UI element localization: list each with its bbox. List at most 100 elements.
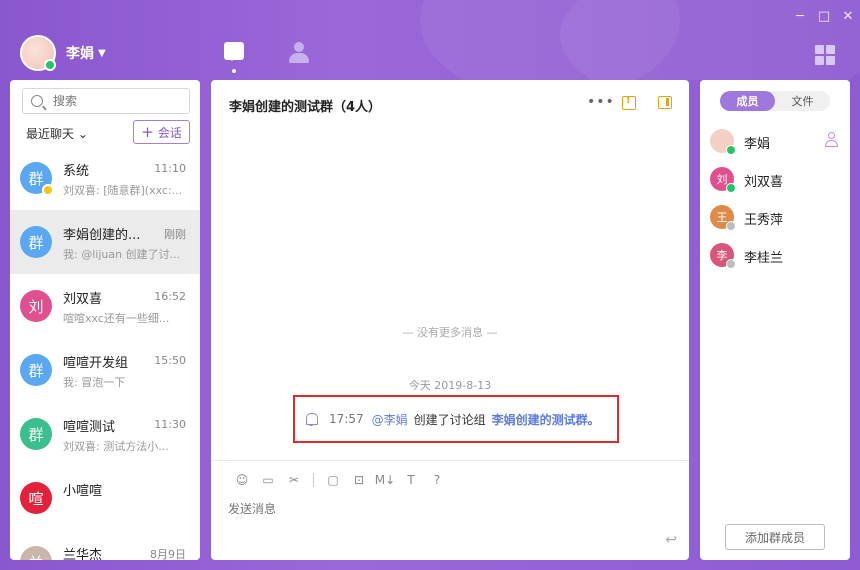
member-item[interactable]: 李李桂兰	[700, 238, 850, 276]
conversation-name: 喧喧开发组	[63, 356, 129, 371]
message-editor: ☺ ▭ ✂ ▢ ⊡ M↓ T ? ↩	[211, 460, 689, 560]
editor-toolbar: ☺ ▭ ✂ ▢ ⊡ M↓ T ?	[229, 471, 450, 489]
add-member-button[interactable]: 添加群成员	[725, 524, 825, 550]
conversation-name: 刘双喜	[63, 292, 103, 307]
sidebar-toggle-icon[interactable]	[658, 96, 672, 109]
conversation-preview: 刘双喜: 测试方法小...	[63, 440, 169, 453]
new-chat-label: 会话	[157, 125, 182, 140]
members-panel: 成员 文件 李娟刘刘双喜王王秀萍李李桂兰 添加群成员	[700, 80, 850, 560]
avatar: 群	[20, 354, 52, 386]
member-item[interactable]: 刘刘双喜	[700, 162, 850, 200]
title-bar: ─ □ ✕ 李娟 ▼	[0, 0, 860, 80]
conversation-time: 8月9日	[150, 548, 186, 560]
avatar[interactable]	[20, 35, 56, 71]
window-controls: ─ □ ✕	[788, 8, 860, 26]
list-item[interactable]: 刘刘双喜 16:52 喧喧xxc还有一些细...	[10, 274, 200, 338]
markdown-icon[interactable]: M↓	[372, 471, 398, 489]
conversation-preview: 我: @lijuan 创建了讨...	[63, 248, 181, 261]
member-list: 李娟刘刘双喜王王秀萍李李桂兰	[700, 124, 850, 276]
avatar: 刘	[20, 290, 52, 322]
tab-chats[interactable]	[224, 42, 248, 66]
avatar: 群	[20, 226, 52, 258]
notice-group-link[interactable]: 李娟创建的测试群。	[492, 411, 600, 428]
help-icon[interactable]: ?	[424, 471, 450, 489]
minimize-button[interactable]: ─	[788, 8, 812, 26]
more-icon[interactable]: •••	[587, 94, 615, 110]
member-name: 李桂兰	[744, 251, 784, 266]
conversation-name: 兰华杰	[63, 548, 103, 560]
owner-icon	[824, 132, 840, 148]
notice-icon[interactable]	[622, 95, 636, 110]
list-item[interactable]: 群喧喧开发组 15:50 我: 冒泡一下	[10, 338, 200, 402]
person-icon	[288, 42, 310, 64]
header-background	[0, 0, 860, 80]
user-name[interactable]: 李娟	[66, 43, 94, 63]
no-more-messages: — 没有更多消息 —	[402, 326, 498, 339]
list-item[interactable]: 群李娟创建的... 刚刚 我: @lijuan 创建了讨...	[10, 210, 200, 274]
conversation-time: 11:30	[154, 418, 186, 431]
member-name: 刘双喜	[744, 175, 784, 190]
emoji-icon[interactable]: ☺	[229, 471, 255, 489]
sort-label: 最近聊天	[26, 127, 75, 141]
tab-members[interactable]: 成员	[720, 91, 775, 111]
user-profile[interactable]: 李娟 ▼	[20, 35, 106, 71]
scissors-icon[interactable]: ✂	[281, 471, 307, 489]
member-name: 王秀萍	[744, 213, 784, 228]
conversation-time: 16:52	[154, 290, 186, 303]
conversation-time: 11:10	[154, 162, 186, 175]
chat-title: 李娟创建的测试群（4人）	[229, 100, 382, 115]
folder-icon[interactable]: ▢	[320, 471, 346, 489]
conversation-name: 喧喧测试	[63, 420, 116, 435]
plus-icon: +	[141, 122, 154, 141]
list-item[interactable]: 群系统 11:10 刘双喜: [随意群](xxc:...	[10, 146, 200, 210]
code-icon[interactable]: ⊡	[346, 471, 372, 489]
conversation-list: 群系统 11:10 刘双喜: [随意群](xxc:... 群李娟创建的... 刚刚 我: …	[10, 146, 200, 560]
sort-dropdown[interactable]: 最近聊天 ⌄	[26, 125, 88, 142]
conversation-name: 小喧喧	[63, 484, 103, 499]
font-size-icon[interactable]: T	[398, 471, 424, 489]
list-item[interactable]: 群喧喧测试 11:30 刘双喜: 测试方法小...	[10, 402, 200, 466]
date-divider: 今天 2019-8-13	[408, 379, 492, 392]
maximize-button[interactable]: □	[812, 8, 836, 26]
notice-time: 17:57	[329, 412, 364, 426]
bell-icon	[305, 412, 318, 426]
tab-files[interactable]: 文件	[775, 91, 830, 111]
conversation-preview: 喧喧xxc还有一些细...	[63, 312, 170, 325]
chat-bubble-icon	[224, 42, 244, 61]
active-tab-indicator	[232, 69, 236, 73]
notice-mention[interactable]: @李娟	[372, 411, 408, 428]
tab-contacts[interactable]	[288, 42, 312, 66]
status-dot-icon	[726, 221, 736, 231]
new-chat-button[interactable]: + 会话	[133, 120, 190, 144]
conversation-name: 系统	[63, 164, 90, 179]
chat-panel: 李娟创建的测试群（4人） ••• — 没有更多消息 — 今天 2019-8-13…	[211, 80, 689, 560]
search-box[interactable]	[22, 88, 190, 114]
send-icon[interactable]: ↩	[665, 532, 677, 548]
conversation-panel: 最近聊天 ⌄ + 会话 群系统11:10刘双喜: [随意群](xxc:...群李…	[10, 80, 200, 560]
notice-text: 创建了讨论组	[413, 412, 486, 427]
online-status-icon	[44, 59, 56, 71]
search-icon	[31, 95, 43, 107]
status-dot-icon	[726, 259, 736, 269]
message-input[interactable]	[228, 502, 628, 516]
avatar: 兰	[20, 546, 52, 560]
status-dot-icon	[726, 183, 736, 193]
status-dot-icon	[726, 145, 736, 155]
image-icon[interactable]: ▭	[255, 471, 281, 489]
chevron-down-icon: ⌄	[77, 127, 88, 141]
close-button[interactable]: ✕	[836, 8, 860, 26]
conversation-preview: 刘双喜: [随意群](xxc:...	[63, 184, 183, 197]
conversation-time: 刚刚	[164, 228, 186, 241]
avatar: 群	[20, 418, 52, 450]
member-name: 李娟	[744, 137, 771, 152]
member-item[interactable]: 李娟	[700, 124, 850, 162]
chevron-down-icon[interactable]: ▼	[98, 48, 106, 59]
star-badge-icon	[42, 184, 54, 196]
member-item[interactable]: 王王秀萍	[700, 200, 850, 238]
system-notice: 17:57 @李娟 创建了讨论组 李娟创建的测试群。	[293, 395, 619, 443]
search-input[interactable]	[53, 94, 173, 108]
list-item[interactable]: 喧小喧喧	[10, 466, 200, 530]
apps-grid-icon[interactable]	[815, 45, 835, 65]
conversation-preview: 我: 冒泡一下	[63, 376, 126, 389]
list-item[interactable]: 兰兰华杰 8月9日	[10, 530, 200, 560]
